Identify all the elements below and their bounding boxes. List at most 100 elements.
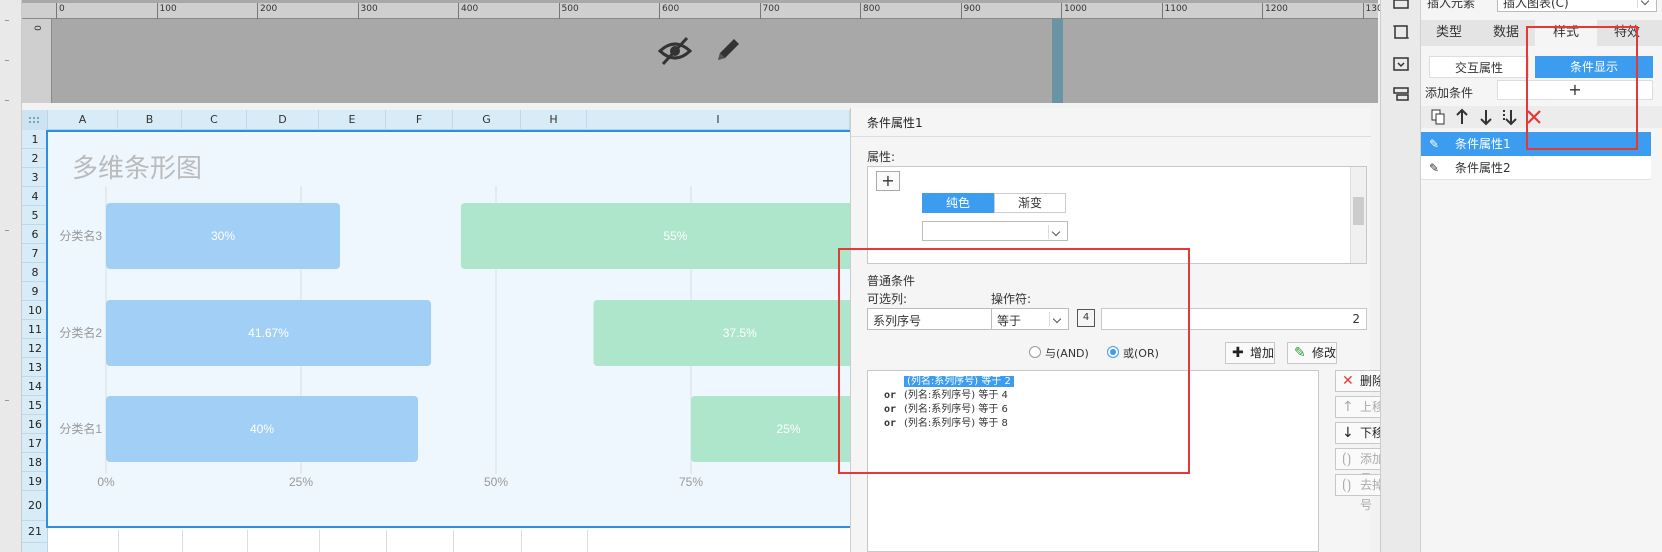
category-label: 分类名3 xyxy=(59,228,102,243)
column-header[interactable]: C xyxy=(182,110,247,130)
dialog-title: 条件属性1 xyxy=(867,116,923,130)
row-header[interactable]: 9 xyxy=(22,282,48,301)
condition-row[interactable]: or (列名:系列序号) 等于 4 xyxy=(874,389,1008,403)
vertical-ruler: 0 xyxy=(22,19,52,103)
row-header[interactable]: 12 xyxy=(22,339,48,358)
column-header[interactable]: I xyxy=(587,110,850,130)
x-tick-label: 75% xyxy=(679,475,703,489)
column-header[interactable]: F xyxy=(386,110,453,130)
chevron-down-icon xyxy=(1048,225,1064,239)
insert-element-value: 插入图表(C) xyxy=(1503,0,1569,10)
operator-select-value: 等于 xyxy=(997,314,1022,328)
row-header[interactable]: 3 xyxy=(22,168,48,187)
select-all-corner[interactable] xyxy=(22,110,48,130)
condition-row[interactable]: (列名:系列序号) 等于 2 xyxy=(874,375,1014,389)
copy-icon[interactable] xyxy=(1429,108,1447,126)
property-scrollbar[interactable] xyxy=(1350,167,1366,263)
row-header[interactable]: 8 xyxy=(22,263,48,282)
row-header[interactable]: 20 xyxy=(22,491,48,521)
pencil-icon[interactable] xyxy=(712,34,744,66)
row-header[interactable]: 19 xyxy=(22,472,48,491)
chart-container[interactable]: 多维条形图 0% 25% 50% 75% 分类名3 分类名2 分类名1 30% 41.67% 40… xyxy=(46,130,850,528)
condition-text: (列名:系列序号) 等于 4 xyxy=(904,390,1008,401)
eye-hidden-icon[interactable] xyxy=(658,36,692,66)
bar-value-label: 30% xyxy=(211,229,235,243)
condition-row[interactable]: or (列名:系列序号) 等于 6 xyxy=(874,403,1008,417)
gradient-tab[interactable]: 渐变 xyxy=(994,193,1066,213)
add-condition-button[interactable]: ✚ 增加 xyxy=(1225,342,1275,364)
bar-value-label: 37.5% xyxy=(723,326,757,340)
column-header[interactable]: A xyxy=(48,110,118,130)
insert-element-select[interactable]: 插入图表(C) xyxy=(1497,0,1657,12)
row-header[interactable]: 15 xyxy=(22,396,48,415)
ruler-label: 900 xyxy=(963,4,981,14)
condition-text: (列名:系列序号) 等于 8 xyxy=(904,418,1008,429)
tab-type[interactable]: 类型 xyxy=(1421,20,1477,46)
ruler-tick xyxy=(1362,3,1364,19)
grid-row-21[interactable] xyxy=(48,530,850,552)
column-header[interactable]: B xyxy=(118,110,182,130)
row-header[interactable]: 11 xyxy=(22,320,48,339)
column-header[interactable]: D xyxy=(247,110,319,130)
arrow-up-icon[interactable] xyxy=(1453,108,1471,126)
tab-effect[interactable]: 特效 xyxy=(1597,20,1657,46)
param-value-input[interactable]: 2 xyxy=(1101,308,1367,330)
column-header[interactable]: H xyxy=(521,110,587,130)
ruler-tick xyxy=(659,3,660,19)
param-type-button[interactable]: 4 xyxy=(1077,309,1095,327)
close-icon[interactable] xyxy=(1525,108,1543,126)
row-header[interactable]: 14 xyxy=(22,377,48,396)
modify-button[interactable]: ✎ 修改 xyxy=(1287,342,1337,364)
interaction-subtab[interactable]: 交互属性 xyxy=(1429,56,1529,78)
condition-list[interactable]: (列名:系列序号) 等于 2 or (列名:系列序号) 等于 4 or (列名:系列序号… xyxy=(867,370,1319,552)
row-header[interactable]: 16 xyxy=(22,415,48,434)
info-icon[interactable] xyxy=(1391,0,1411,20)
condition-property-dialog: 条件属性1 属性: + 纯色 渐变 普通条件 可选列: 操作符: 系列序号 等于 xyxy=(850,108,1405,552)
arrow-down-icon[interactable] xyxy=(1477,108,1495,126)
row-header[interactable]: 2 xyxy=(22,149,48,168)
pencil-icon: ✎ xyxy=(1429,161,1440,175)
row-header[interactable]: 10 xyxy=(22,301,48,320)
condition-display-subtab[interactable]: 条件显示 xyxy=(1535,56,1653,78)
tab-style[interactable]: 样式 xyxy=(1535,20,1597,46)
row-header[interactable]: 7 xyxy=(22,244,48,263)
ruler-tick xyxy=(860,3,861,19)
tool-strip xyxy=(1380,0,1420,552)
column-header[interactable]: G xyxy=(453,110,521,130)
ruler-tick xyxy=(1161,3,1163,19)
tab-data[interactable]: 数据 xyxy=(1477,20,1535,46)
row-header[interactable]: 17 xyxy=(22,434,48,453)
ruler-tick xyxy=(1061,3,1062,19)
row-header[interactable]: 18 xyxy=(22,453,48,472)
and-radio[interactable] xyxy=(1029,346,1041,358)
or-radio[interactable] xyxy=(1107,346,1119,358)
solid-color-tab[interactable]: 纯色 xyxy=(922,193,994,213)
condition-item-1[interactable]: ✎ 条件属性1 xyxy=(1421,132,1651,156)
ruler-tick xyxy=(558,3,560,19)
condition-row[interactable]: or (列名:系列序号) 等于 8 xyxy=(874,417,1008,431)
chart-plot: 0% 25% 50% 75% 分类名3 分类名2 分类名1 30% 41.67% 40% 55% 37… xyxy=(59,186,850,489)
add-condition-plus-button[interactable]: + xyxy=(1497,80,1653,100)
row-header[interactable]: 13 xyxy=(22,358,48,377)
dropdown-widget-icon[interactable] xyxy=(1391,54,1411,74)
and-label: 与(AND) xyxy=(1045,347,1089,360)
row-header[interactable]: 4 xyxy=(22,187,48,206)
ruler-label: 200 xyxy=(260,4,278,14)
add-property-button[interactable]: + xyxy=(876,171,900,191)
condition-item-label: 条件属性1 xyxy=(1455,137,1511,151)
row-header[interactable]: 6 xyxy=(22,225,48,244)
row-header[interactable]: 21 xyxy=(22,521,48,543)
row-header[interactable]: 5 xyxy=(22,206,48,225)
crop-icon[interactable] xyxy=(1391,22,1411,42)
bar[interactable] xyxy=(460,203,850,269)
column-header[interactable]: E xyxy=(319,110,386,130)
move-bottom-icon[interactable] xyxy=(1501,108,1519,126)
condition-item-2[interactable]: ✎ 条件属性2 xyxy=(1421,156,1651,180)
bar[interactable] xyxy=(691,396,850,462)
close-icon: ✕ xyxy=(1342,373,1354,389)
operator-select[interactable]: 等于 xyxy=(991,308,1069,330)
list-widget-icon[interactable] xyxy=(1391,84,1411,104)
preview-area: 0 100 200 300 400 500 600 700 800 900 1000 1100 1200… xyxy=(22,0,1388,103)
color-select[interactable] xyxy=(922,221,1068,241)
row-header[interactable]: 1 xyxy=(22,130,48,149)
